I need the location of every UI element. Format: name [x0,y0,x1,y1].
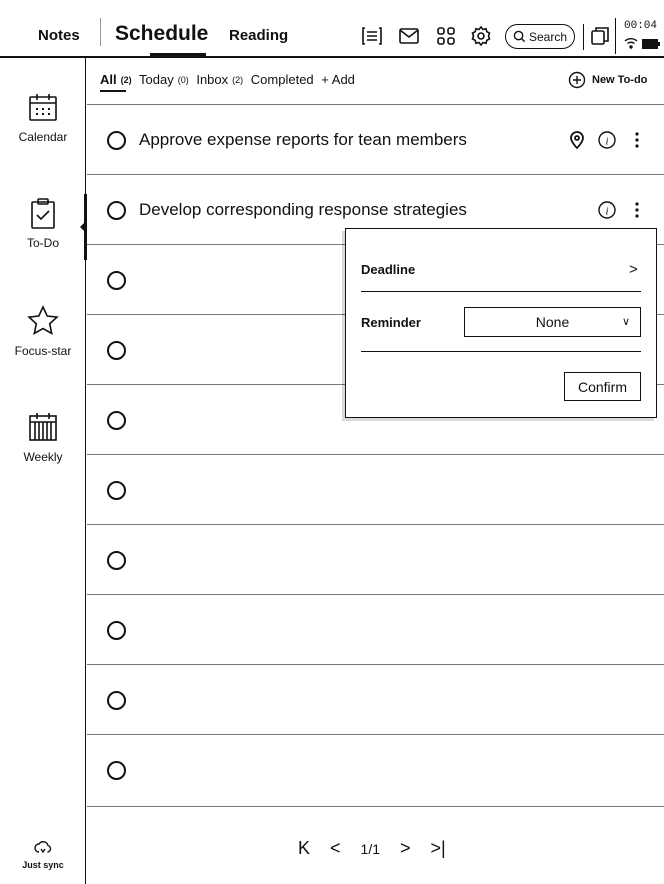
todo-text[interactable]: Approve expense reports for tean members [139,130,467,150]
svg-text:i: i [605,206,608,218]
sidebar-item-label: Focus-star [14,344,72,358]
todo-checkbox[interactable] [107,271,126,290]
sidebar-active-pointer [80,222,85,232]
sidebar-item-weekly[interactable]: Weekly [0,410,86,464]
reminder-value: None [535,314,570,330]
todo-options-popup: Deadline > Reminder None ∨ Confirm [345,228,657,418]
sidebar-item-label: To-Do [26,236,59,250]
wifi-icon [624,38,638,49]
more-options-icon[interactable] [627,200,647,220]
todo-checkbox[interactable] [107,411,126,430]
battery-icon [642,39,660,49]
tab-reading[interactable]: Reading [229,27,288,44]
sidebar: Calendar To-Do Focus-star Weekly Just sy… [0,58,87,884]
popup-divider [361,291,641,292]
sync-button[interactable]: Just sync [0,838,86,870]
todo-checkbox[interactable] [107,481,126,500]
todo-checkbox[interactable] [107,201,126,220]
filter-today-count: (0) [177,75,189,85]
filter-all[interactable]: All (2) [100,72,132,87]
calendar-icon [29,94,57,121]
sidebar-item-focus-star[interactable]: Focus-star [0,304,86,358]
next-page-icon[interactable]: > [400,838,411,859]
todo-checkbox[interactable] [107,551,126,570]
new-todo-label: New To-do [592,74,648,86]
weekly-calendar-icon [29,413,57,441]
multi-window-icon[interactable] [589,25,611,47]
sync-label: Just sync [22,860,64,870]
svg-text:i: i [605,136,608,148]
page-indicator: 1/1 [360,840,380,857]
confirm-button[interactable]: Confirm [564,372,641,401]
tab-schedule[interactable]: Schedule [115,22,208,46]
plus-circle-icon [568,71,586,89]
todo-checkbox[interactable] [107,761,126,780]
apps-grid-icon[interactable] [435,25,457,47]
list-bottom-divider [87,806,664,807]
sidebar-item-label: Weekly [23,450,63,464]
chevron-right-icon[interactable]: > [629,261,638,278]
more-options-icon[interactable] [627,130,647,150]
filter-today-label: Today [139,72,174,87]
todo-checkbox[interactable] [107,621,126,640]
info-icon[interactable]: i [597,200,617,220]
info-icon[interactable]: i [597,130,617,150]
reminder-label: Reminder [361,315,421,330]
filter-bar: All (2) Today (0) Inbox (2) Completed + Add [100,72,359,87]
todo-row[interactable]: Approve expense reports for tean members… [87,104,664,174]
search-icon [513,30,526,43]
filter-inbox[interactable]: Inbox (2) [196,72,243,87]
add-filter-button[interactable]: + Add [321,72,355,87]
first-page-icon[interactable]: K [298,838,310,859]
filter-all-count: (2) [120,75,132,85]
sidebar-item-todo[interactable]: To-Do [0,196,86,250]
mail-icon[interactable] [398,25,420,47]
tab-notes[interactable]: Notes [38,27,80,44]
todo-text[interactable]: Develop corresponding response strategie… [139,200,467,220]
empty-todo-row[interactable] [87,734,664,804]
location-pin-icon[interactable] [567,130,587,150]
active-tab-indicator [150,53,206,56]
chevron-down-icon: ∨ [621,316,630,328]
popup-divider [361,351,641,352]
empty-todo-row[interactable] [87,594,664,664]
toolbar-separator [583,24,584,50]
top-bar: Notes Schedule Reading Search 00:04 [0,0,664,58]
deadline-label[interactable]: Deadline [361,262,415,277]
filter-today[interactable]: Today (0) [139,72,189,87]
filter-completed[interactable]: Completed [251,72,314,87]
clock: 00:04 [624,20,658,32]
status-separator [615,18,616,54]
scan-text-icon[interactable] [361,25,383,47]
new-todo-button[interactable]: New To-do [568,71,647,89]
tab-divider [100,18,101,46]
settings-gear-icon[interactable] [470,25,492,47]
todo-checkbox[interactable] [107,131,126,150]
last-page-icon[interactable]: >| [431,838,446,859]
empty-todo-row[interactable] [87,664,664,734]
sidebar-item-label: Calendar [18,130,68,144]
sidebar-item-calendar[interactable]: Calendar [0,90,86,144]
search-label: Search [528,29,568,44]
todo-checkbox[interactable] [107,691,126,710]
empty-todo-row[interactable] [87,524,664,594]
previous-page-icon[interactable]: < [330,838,341,859]
star-icon [27,305,59,336]
filter-inbox-count: (2) [232,75,244,85]
reminder-select[interactable]: None ∨ [464,307,641,337]
todo-checkbox[interactable] [107,341,126,360]
todo-clipboard-icon [31,198,55,229]
filter-inbox-label: Inbox [196,72,229,87]
cloud-sync-icon [34,841,52,854]
pagination: K < 1/1 > >| [298,838,446,859]
empty-todo-row[interactable] [87,454,664,524]
filter-all-label: All [100,72,117,87]
search-button[interactable]: Search [505,24,575,49]
